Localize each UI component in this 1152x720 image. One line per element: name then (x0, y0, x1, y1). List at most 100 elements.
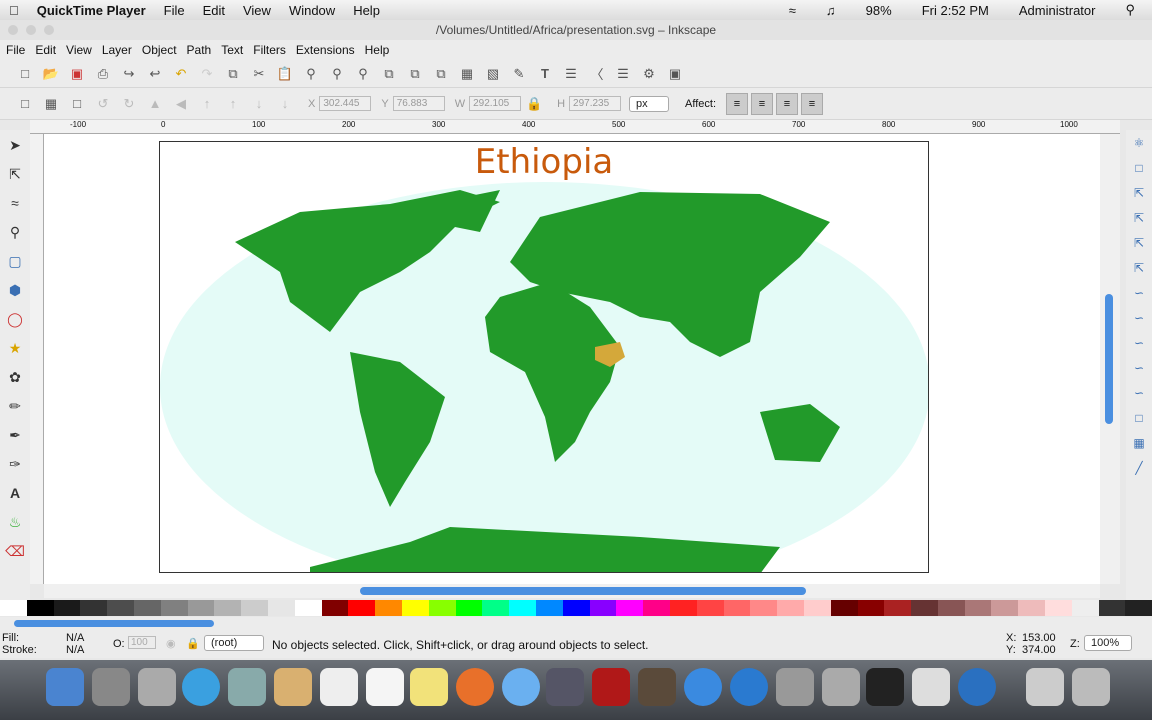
ungroup-icon[interactable]: ▧ (483, 64, 503, 84)
stroke-value[interactable]: N/A (66, 644, 84, 656)
snap-page-icon[interactable]: □ (1130, 411, 1148, 429)
calligraphy-tool-icon[interactable]: ✑ (4, 453, 26, 475)
menu-filters[interactable]: Filters (247, 43, 290, 57)
3d-box-tool-icon[interactable]: ⬢ (4, 279, 26, 301)
menu-file[interactable]: File (0, 43, 29, 57)
undo-icon[interactable]: ↶ (171, 64, 191, 84)
snap-smooth-icon[interactable]: ∽ (1130, 336, 1148, 354)
snap-toggle-icon[interactable]: ⚛ (1130, 136, 1148, 154)
snap-midpoints-icon[interactable]: ⇱ (1130, 236, 1148, 254)
color-palette[interactable] (0, 600, 1152, 616)
menu-text[interactable]: Text (215, 43, 247, 57)
star-tool-icon[interactable]: ★ (4, 337, 26, 359)
menu-help[interactable]: Help (359, 43, 394, 57)
fill-value[interactable]: N/A (66, 632, 84, 644)
group-icon[interactable]: ▦ (457, 64, 477, 84)
unit-select[interactable]: px (629, 95, 670, 112)
pencil-tool-icon[interactable]: ✏ (4, 395, 26, 417)
snap-corners-icon[interactable]: ⇱ (1130, 211, 1148, 229)
save-icon[interactable]: ▣ (67, 64, 87, 84)
clock[interactable]: Fri 2:52 PM (913, 3, 998, 18)
ellipse-tool-icon[interactable]: ◯ (4, 308, 26, 330)
xml-editor-icon[interactable]: 〈 (587, 64, 607, 84)
x-input[interactable]: 302.445 (319, 96, 372, 111)
spiral-tool-icon[interactable]: ✿ (4, 366, 26, 388)
open-icon[interactable]: 📂 (41, 64, 61, 84)
selector-tool-icon[interactable]: ➤ (4, 134, 26, 156)
print-icon[interactable]: ⎙ (93, 64, 113, 84)
flip-vertical-icon[interactable]: ◀ (171, 94, 191, 114)
volume-icon[interactable]: ♫ (817, 3, 845, 18)
copy-icon[interactable]: ⧉ (223, 64, 243, 84)
node-tool-icon[interactable]: ⇱ (4, 163, 26, 185)
page-title[interactable]: Ethiopia (160, 142, 928, 182)
align-icon[interactable]: ☰ (613, 64, 633, 84)
affect-patterns-button[interactable]: ≡ (801, 92, 824, 115)
user-menu[interactable]: Administrator (1010, 3, 1105, 18)
snap-rotation-icon[interactable]: ∽ (1130, 386, 1148, 404)
tweak-tool-icon[interactable]: ≈ (4, 192, 26, 214)
facetime-icon[interactable] (546, 668, 584, 706)
duplicate-icon[interactable]: ⧉ (379, 64, 399, 84)
snap-grid-icon[interactable]: ▦ (1130, 436, 1148, 454)
finder-icon[interactable] (46, 668, 84, 706)
zoom-selection-icon[interactable]: ⚲ (301, 64, 321, 84)
deselect-icon[interactable]: □ (67, 94, 87, 114)
firefox-icon[interactable] (456, 668, 494, 706)
affect-gradients-button[interactable]: ≡ (776, 92, 799, 115)
mac-menu-file[interactable]: File (155, 3, 194, 18)
unlink-clone-icon[interactable]: ⧉ (431, 64, 451, 84)
safari-icon[interactable] (182, 668, 220, 706)
menu-layer[interactable]: Layer (96, 43, 136, 57)
wifi-icon[interactable]: ≈ (780, 3, 805, 18)
lower-bottom-icon[interactable]: ↓ (275, 94, 295, 114)
battery-status[interactable]: 98% (857, 3, 901, 18)
x11-icon[interactable] (912, 668, 950, 706)
snap-guides-icon[interactable]: ╱ (1130, 461, 1148, 479)
select-all-icon[interactable]: □ (15, 94, 35, 114)
raise-top-icon[interactable]: ↑ (197, 94, 217, 114)
spotlight-icon[interactable]: ⚲ (1116, 2, 1144, 18)
itunes-icon[interactable] (684, 668, 722, 706)
menu-object[interactable]: Object (136, 43, 181, 57)
close-window-button[interactable] (8, 25, 18, 35)
iphoto-icon[interactable] (638, 668, 676, 706)
layers-icon[interactable]: ☰ (561, 64, 581, 84)
document-page[interactable]: Ethiopia (159, 141, 929, 573)
snap-nodes-icon[interactable]: ⇱ (1130, 261, 1148, 279)
trash-icon[interactable] (1072, 668, 1110, 706)
y-input[interactable]: 76.883 (392, 96, 445, 111)
snap-paths-icon[interactable]: ∽ (1130, 286, 1148, 304)
zoom-button[interactable] (44, 25, 54, 35)
contacts-icon[interactable] (274, 668, 312, 706)
menu-path[interactable]: Path (181, 43, 216, 57)
vertical-scrollbar[interactable] (1100, 134, 1120, 584)
text-font-icon[interactable]: T (535, 64, 555, 84)
rotate-cw-icon[interactable]: ↻ (119, 94, 139, 114)
flip-horizontal-icon[interactable]: ▲ (145, 94, 165, 114)
zoom-input[interactable]: 100% (1084, 635, 1132, 651)
layer-select[interactable]: (root) (204, 635, 264, 651)
reminders-icon[interactable] (366, 668, 404, 706)
affect-stroke-width-button[interactable]: ≡ (726, 92, 749, 115)
affect-corners-button[interactable]: ≡ (751, 92, 774, 115)
preview-icon[interactable] (822, 668, 860, 706)
mac-menu-help[interactable]: Help (344, 3, 389, 18)
inkscape-icon[interactable] (866, 668, 904, 706)
rectangle-tool-icon[interactable]: ▢ (4, 250, 26, 272)
system-preferences-icon[interactable] (776, 668, 814, 706)
zoom-page-icon[interactable]: ⚲ (353, 64, 373, 84)
pen-tool-icon[interactable]: ✒ (4, 424, 26, 446)
clone-icon[interactable]: ⧉ (405, 64, 425, 84)
notes-icon[interactable] (410, 668, 448, 706)
mac-menu-edit[interactable]: Edit (194, 3, 234, 18)
fill-stroke-icon[interactable]: ✎ (509, 64, 529, 84)
downloads-stack-icon[interactable] (1026, 668, 1064, 706)
snap-centers-icon[interactable]: ∽ (1130, 361, 1148, 379)
messages-icon[interactable] (502, 668, 540, 706)
lower-icon[interactable]: ↓ (249, 94, 269, 114)
visibility-icon[interactable]: ◉ (166, 637, 176, 650)
photo-booth-icon[interactable] (592, 668, 630, 706)
cut-icon[interactable]: ✂ (249, 64, 269, 84)
opacity-input[interactable]: 100 (128, 636, 156, 649)
